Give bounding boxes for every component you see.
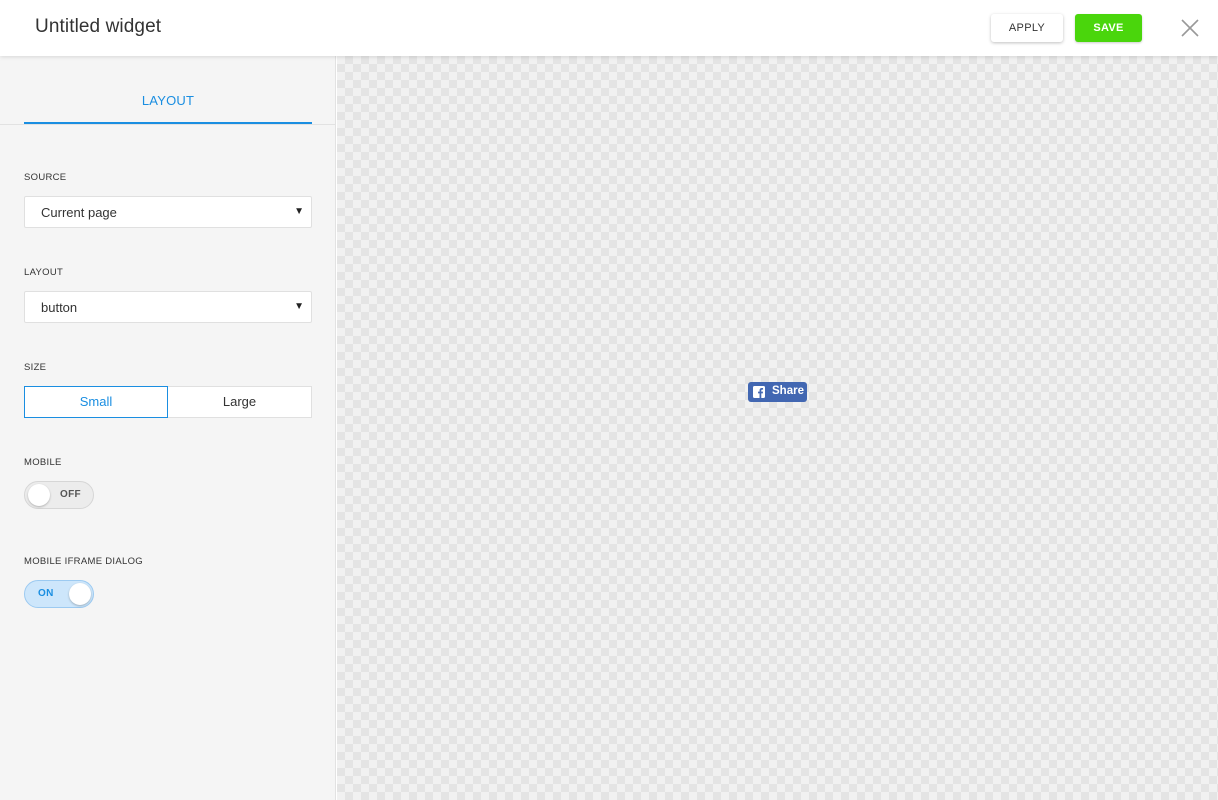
toggle-knob bbox=[28, 484, 50, 506]
top-bar: Untitled widget APPLY SAVE bbox=[0, 0, 1218, 56]
save-button[interactable]: SAVE bbox=[1075, 14, 1142, 42]
apply-button[interactable]: APPLY bbox=[991, 14, 1063, 42]
share-label: Share bbox=[772, 385, 804, 397]
sidebar-tabs: LAYOUT bbox=[0, 56, 336, 125]
mobile-iframe-toggle[interactable]: ON bbox=[24, 580, 94, 608]
tab-layout[interactable]: LAYOUT bbox=[24, 56, 312, 124]
widget-preview-canvas: Share bbox=[337, 56, 1218, 800]
mobile-iframe-toggle-state: ON bbox=[38, 588, 54, 599]
caret-down-icon: ▼ bbox=[294, 301, 304, 312]
size-label: SIZE bbox=[24, 362, 47, 373]
facebook-icon bbox=[753, 386, 765, 398]
layout-label: LAYOUT bbox=[24, 267, 64, 278]
size-option-small[interactable]: Small bbox=[24, 386, 168, 418]
mobile-label: MOBILE bbox=[24, 457, 62, 468]
facebook-share-button[interactable]: Share bbox=[748, 382, 807, 402]
caret-down-icon: ▼ bbox=[294, 206, 304, 217]
mobile-toggle-state: OFF bbox=[60, 489, 81, 500]
source-select[interactable]: Current page ▼ bbox=[24, 196, 312, 228]
toggle-knob bbox=[69, 583, 91, 605]
mobile-iframe-label: MOBILE IFRAME DIALOG bbox=[24, 556, 143, 567]
close-icon[interactable] bbox=[1178, 16, 1202, 40]
source-label: SOURCE bbox=[24, 172, 67, 183]
layout-select[interactable]: button ▼ bbox=[24, 291, 312, 323]
source-select-value: Current page bbox=[41, 205, 117, 220]
size-segmented-control: Small Large bbox=[24, 386, 312, 418]
mobile-toggle[interactable]: OFF bbox=[24, 481, 94, 509]
layout-select-value: button bbox=[41, 300, 78, 315]
settings-sidebar: LAYOUT SOURCE Current page ▼ LAYOUT butt… bbox=[0, 56, 336, 800]
widget-title[interactable]: Untitled widget bbox=[35, 16, 161, 38]
size-option-large[interactable]: Large bbox=[167, 386, 312, 418]
